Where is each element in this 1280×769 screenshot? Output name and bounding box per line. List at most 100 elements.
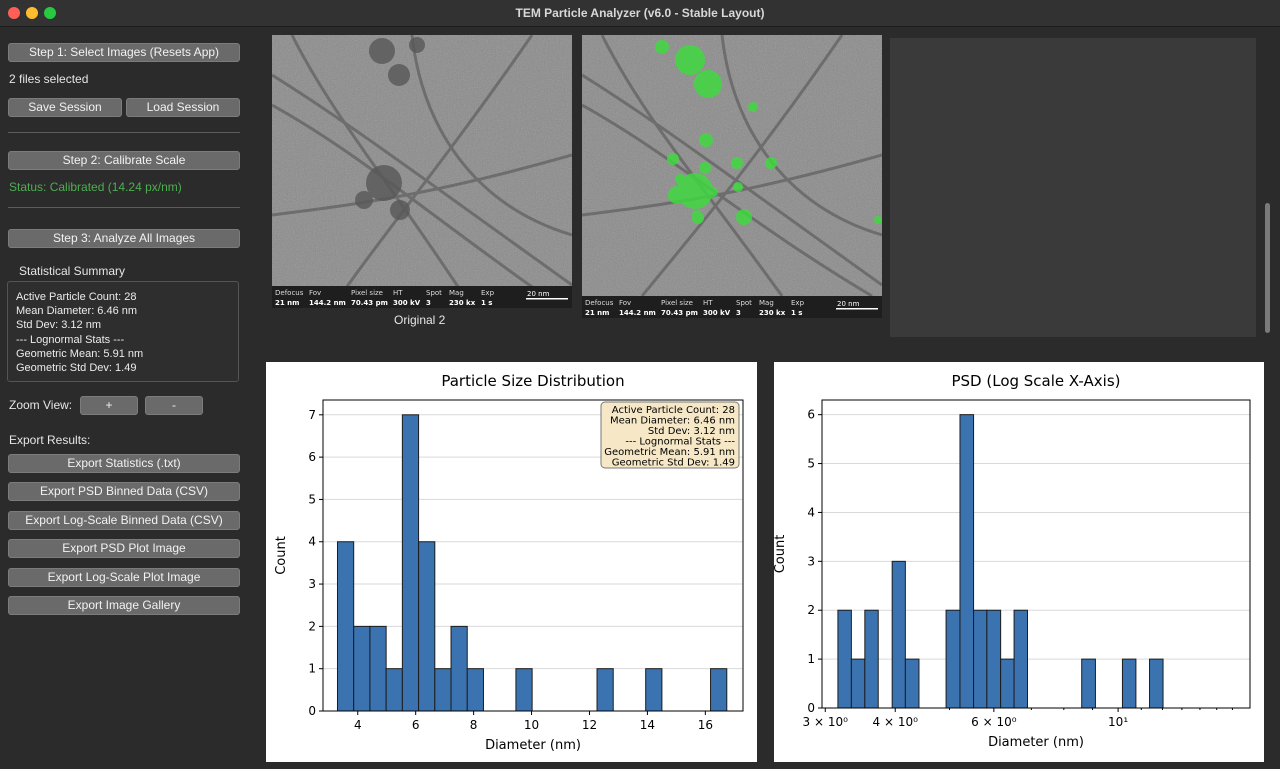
divider [8,132,240,133]
scale-bar [836,308,878,310]
log-psd-plot-card: 0 1 2 3 4 5 6 3 × 10⁰ 4 × 10⁰ 6 × 10⁰ 10¹ PSD (Log … [773,362,1264,762]
x-tick-label: 4 [354,718,362,732]
histogram-bar [986,609,1002,709]
y-tick-label: 0 [308,704,316,718]
y-tick-label: 4 [807,505,815,519]
load-session-button[interactable]: Load Session [126,98,240,117]
histogram-bar [710,668,728,712]
calibration-status: Status: Calibrated (14.24 px/nm) [9,180,182,194]
info-value: 3 [736,309,741,317]
segmented-image[interactable] [582,35,882,296]
info-header: Mag [759,299,774,307]
info-header: HT [703,299,713,307]
export-log-plot-button[interactable]: Export Log-Scale Plot Image [8,568,240,587]
info-value: 300 kV [393,299,421,307]
info-header: Spot [736,299,752,307]
chart-title: PSD (Log Scale X-Axis) [951,372,1120,390]
info-header: HT [393,289,403,297]
zoom-in-button[interactable]: + [80,396,138,415]
zoom-view-label: Zoom View: [9,398,73,412]
export-results-label: Export Results: [9,433,91,447]
histogram-bar [1013,609,1028,709]
info-value: 70.43 pm [351,299,388,307]
info-value: 230 kx [759,309,786,317]
image-grain [272,35,572,308]
info-value: 144.2 nm [619,309,656,317]
export-psd-csv-button[interactable]: Export PSD Binned Data (CSV) [8,482,240,501]
files-selected-label: 2 files selected [9,72,89,86]
histogram-bar [850,658,866,709]
info-value: 1 s [481,299,492,307]
info-header: Exp [791,299,805,307]
info-value: 70.43 pm [661,309,698,317]
info-value: 1 s [791,309,802,317]
export-gallery-button[interactable]: Export Image Gallery [8,596,240,615]
y-tick-label: 6 [308,450,316,464]
x-tick-label: 3 × 10⁰ [803,715,849,729]
info-header: Fov [619,299,631,307]
export-statistics-button[interactable]: Export Statistics (.txt) [8,454,240,473]
x-axis-label: Diameter (nm) [988,735,1084,750]
x-tick-label: 4 × 10⁰ [873,715,919,729]
y-tick-label: 2 [308,619,316,633]
x-tick-label: 10 [524,718,539,732]
image-caption: Original 2 [394,313,446,327]
histogram-bar [353,625,371,712]
info-header: Defocus [275,289,304,297]
original-image[interactable] [272,35,572,308]
info-bar-graphic: Defocus Fov Pixel size HT Spot Mag Exp 2… [275,289,568,307]
histogram-bar [1149,658,1164,709]
statistical-summary-box: Active Particle Count: 28 Mean Diameter:… [7,281,239,382]
histogram-bar [596,668,614,712]
y-tick-label: 3 [807,554,815,568]
histogram-bar [450,625,468,712]
window-title: TEM Particle Analyzer (v6.0 - Stable Lay… [515,6,765,20]
histogram-bar [466,668,484,712]
histogram-bar [369,625,387,712]
info-header: Defocus [585,299,614,307]
calibrate-scale-button[interactable]: Step 2: Calibrate Scale [8,151,240,170]
histogram-bar [645,668,663,712]
chart-title: Particle Size Distribution [441,372,624,390]
info-value: 21 nm [275,299,299,307]
legend-line: Active Particle Count: 28 [612,405,735,416]
psd-plot-card: 0 1 2 3 4 5 6 7 4 6 8 10 12 14 16 Particle Size Distrib… [266,362,757,762]
summary-line: Std Dev: 3.12 nm [16,319,101,332]
summary-line: Active Particle Count: 28 [16,291,137,303]
zoom-out-button[interactable]: - [145,396,203,415]
y-tick-label: 5 [807,457,815,471]
legend-line: Geometric Mean: 5.91 nm [604,447,735,458]
gallery-scrollbar[interactable] [1265,203,1270,333]
plot-frame [821,399,1251,709]
log-psd-chart: 0 1 2 3 4 5 6 3 × 10⁰ 4 × 10⁰ 6 × 10⁰ 10¹ PSD (Log … [773,372,1251,750]
y-tick-label: 6 [807,408,815,422]
x-tick-label: 14 [640,718,655,732]
legend-line: --- Lognormal Stats --- [625,437,735,448]
histogram-bar [434,668,452,712]
x-axis-label: Diameter (nm) [485,738,581,753]
analyze-images-button[interactable]: Step 3: Analyze All Images [8,229,240,248]
y-tick-label: 7 [308,408,316,422]
histogram-bar [864,609,879,709]
x-tick-label: 10¹ [1108,715,1128,729]
y-tick-label: 3 [308,577,316,591]
info-header: Pixel size [351,289,383,297]
histogram-bar [418,541,436,712]
x-tick-label: 16 [698,718,713,732]
export-log-csv-button[interactable]: Export Log-Scale Binned Data (CSV) [8,511,240,530]
info-value: 3 [426,299,431,307]
summary-line: --- Lognormal Stats --- [16,333,125,346]
psd-chart: 012345674 6 8 10 12 14 16Particle Size Distrib… [274,372,744,753]
info-value: 230 kx [449,299,476,307]
image-info-bar: Defocus Fov Pixel size HT Spot Mag Exp 2… [272,286,572,308]
histogram-bar [515,668,533,712]
select-images-button[interactable]: Step 1: Select Images (Resets App) [8,43,240,62]
legend-line: Mean Diameter: 6.46 nm [610,416,735,427]
summary-line: Mean Diameter: 6.46 nm [16,305,138,318]
histogram-bar [959,414,975,709]
info-bar-graphic: Defocus Fov Pixel size HT Spot Mag Exp 2… [585,299,878,317]
save-session-button[interactable]: Save Session [8,98,122,117]
info-value: 144.2 nm [309,299,346,307]
histogram-bar [401,414,420,712]
export-psd-plot-button[interactable]: Export PSD Plot Image [8,539,240,558]
